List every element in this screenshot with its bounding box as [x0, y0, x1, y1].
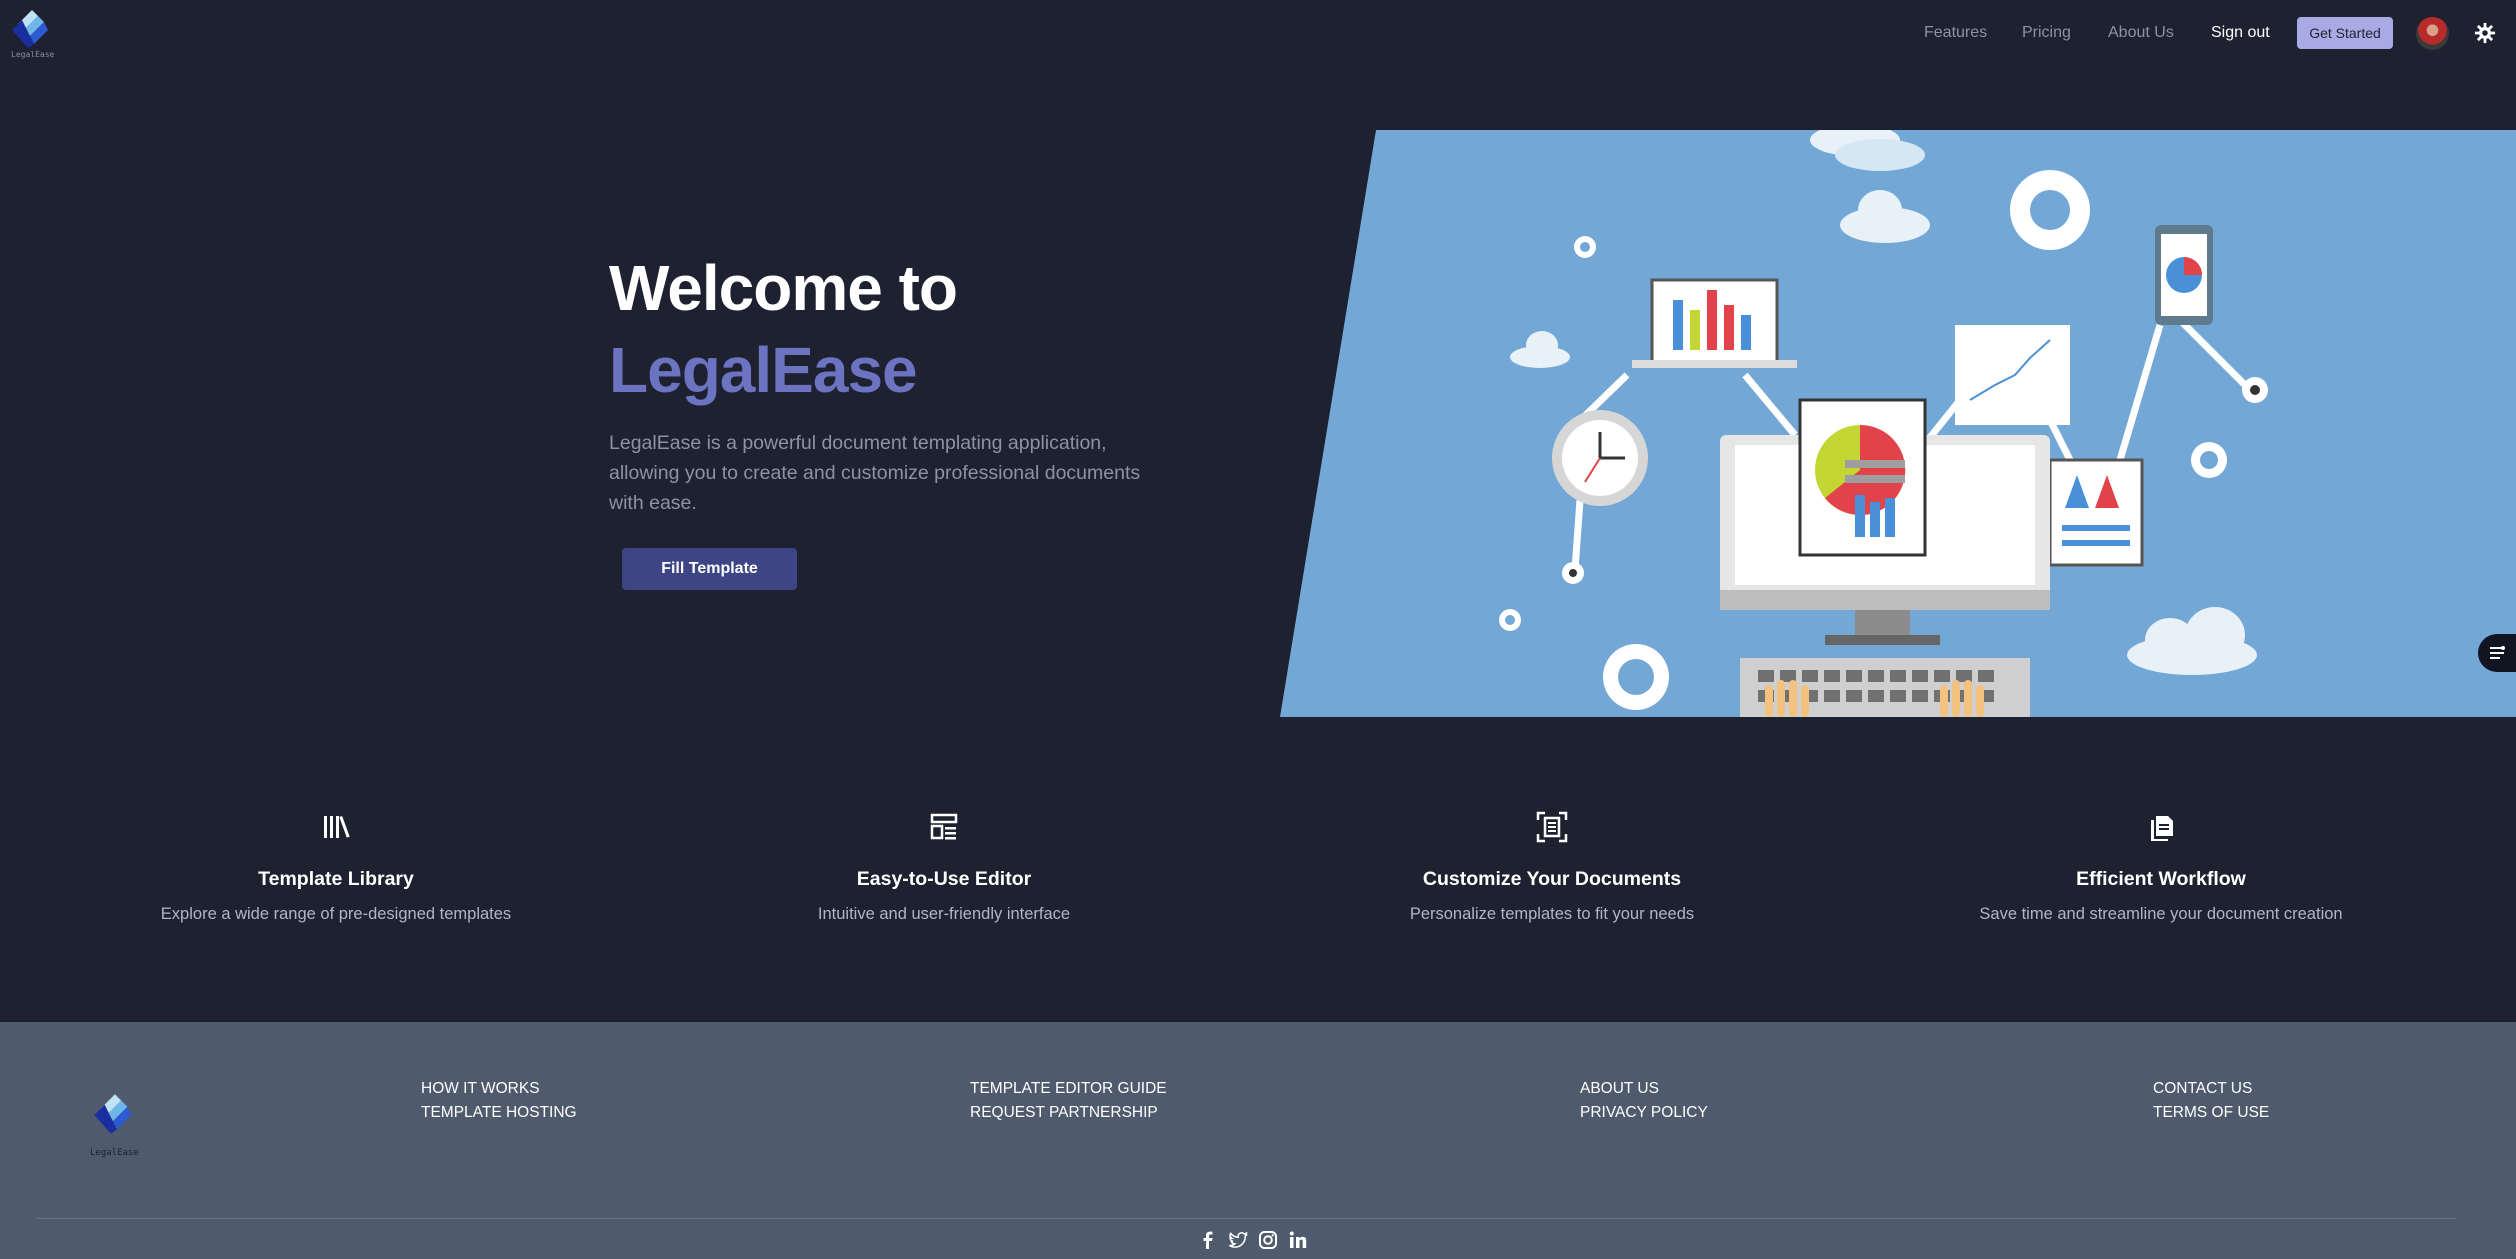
feature-description: Personalize templates to fit your needs: [1409, 905, 1695, 923]
get-started-button[interactable]: Get Started: [2297, 17, 2393, 49]
footer-column: TEMPLATE EDITOR GUIDE REQUEST PARTNERSHI…: [970, 1077, 1167, 1125]
footer-logo-text: LegalEase: [90, 1148, 139, 1158]
footer-link-request-partnership[interactable]: REQUEST PARTNERSHIP: [970, 1101, 1167, 1125]
footer: [0, 1022, 2516, 1259]
gear-icon[interactable]: [2474, 22, 2496, 44]
scan-document-icon: [1536, 811, 1568, 843]
feature-easy-editor: Easy-to-Use Editor Intuitive and user-fr…: [644, 810, 1244, 924]
nav-link-pricing[interactable]: Pricing: [2022, 24, 2071, 42]
hero-brand-name: LegalEase: [609, 334, 918, 406]
menu-list-icon: [2490, 646, 2505, 659]
hero-title: Welcome to: [609, 252, 958, 324]
footer-link-template-editor-guide[interactable]: TEMPLATE EDITOR GUIDE: [970, 1077, 1167, 1101]
side-menu-toggle[interactable]: [2478, 634, 2516, 672]
footer-column: HOW IT WORKS TEMPLATE HOSTING: [421, 1077, 577, 1125]
nav-link-about-us[interactable]: About Us: [2108, 24, 2174, 42]
feature-customize-documents: Customize Your Documents Personalize tem…: [1252, 810, 1852, 924]
avatar[interactable]: [2416, 17, 2449, 50]
feature-description: Save time and streamline your document c…: [1979, 905, 2343, 923]
feature-efficient-workflow: Efficient Workflow Save time and streaml…: [1861, 810, 2461, 924]
footer-column: ABOUT US PRIVACY POLICY: [1580, 1077, 1708, 1125]
fill-template-button[interactable]: Fill Template: [622, 548, 797, 590]
footer-link-about-us[interactable]: ABOUT US: [1580, 1077, 1708, 1101]
footer-logo-icon[interactable]: [88, 1086, 144, 1146]
feature-description: Intuitive and user-friendly interface: [817, 905, 1071, 923]
feature-title: Template Library: [258, 868, 414, 890]
feature-description: Explore a wide range of pre-designed tem…: [160, 905, 512, 923]
library-icon: [324, 815, 350, 838]
footer-link-how-it-works[interactable]: HOW IT WORKS: [421, 1077, 577, 1101]
feature-template-library: Template Library Explore a wide range of…: [36, 810, 636, 924]
copy-document-icon: [2151, 816, 2173, 841]
footer-link-terms-of-use[interactable]: TERMS OF USE: [2153, 1101, 2269, 1125]
twitter-icon[interactable]: [1228, 1230, 1248, 1250]
hero-description: LegalEase is a powerful document templat…: [609, 432, 1141, 514]
instagram-icon[interactable]: [1258, 1230, 1278, 1250]
logo-text: LegalEase: [11, 50, 55, 59]
footer-link-contact-us[interactable]: CONTACT US: [2153, 1077, 2269, 1101]
footer-divider: [37, 1218, 2457, 1219]
feature-title: Customize Your Documents: [1422, 868, 1682, 890]
footer-link-privacy-policy[interactable]: PRIVACY POLICY: [1580, 1101, 1708, 1125]
feature-title: Efficient Workflow: [2076, 868, 2246, 890]
social-links: [1198, 1230, 1308, 1250]
nav-link-features[interactable]: Features: [1924, 24, 1987, 42]
sign-out-link[interactable]: Sign out: [2211, 24, 2270, 42]
facebook-icon[interactable]: [1198, 1230, 1218, 1250]
feature-title: Easy-to-Use Editor: [856, 868, 1032, 890]
linkedin-icon[interactable]: [1288, 1230, 1308, 1250]
layout-icon: [930, 813, 958, 840]
top-navbar: LegalEase Features Pricing About Us Sign…: [0, 0, 2516, 66]
footer-column: CONTACT US TERMS OF USE: [2153, 1077, 2269, 1125]
footer-link-template-hosting[interactable]: TEMPLATE HOSTING: [421, 1101, 577, 1125]
hero-illustration: [1280, 130, 2516, 717]
